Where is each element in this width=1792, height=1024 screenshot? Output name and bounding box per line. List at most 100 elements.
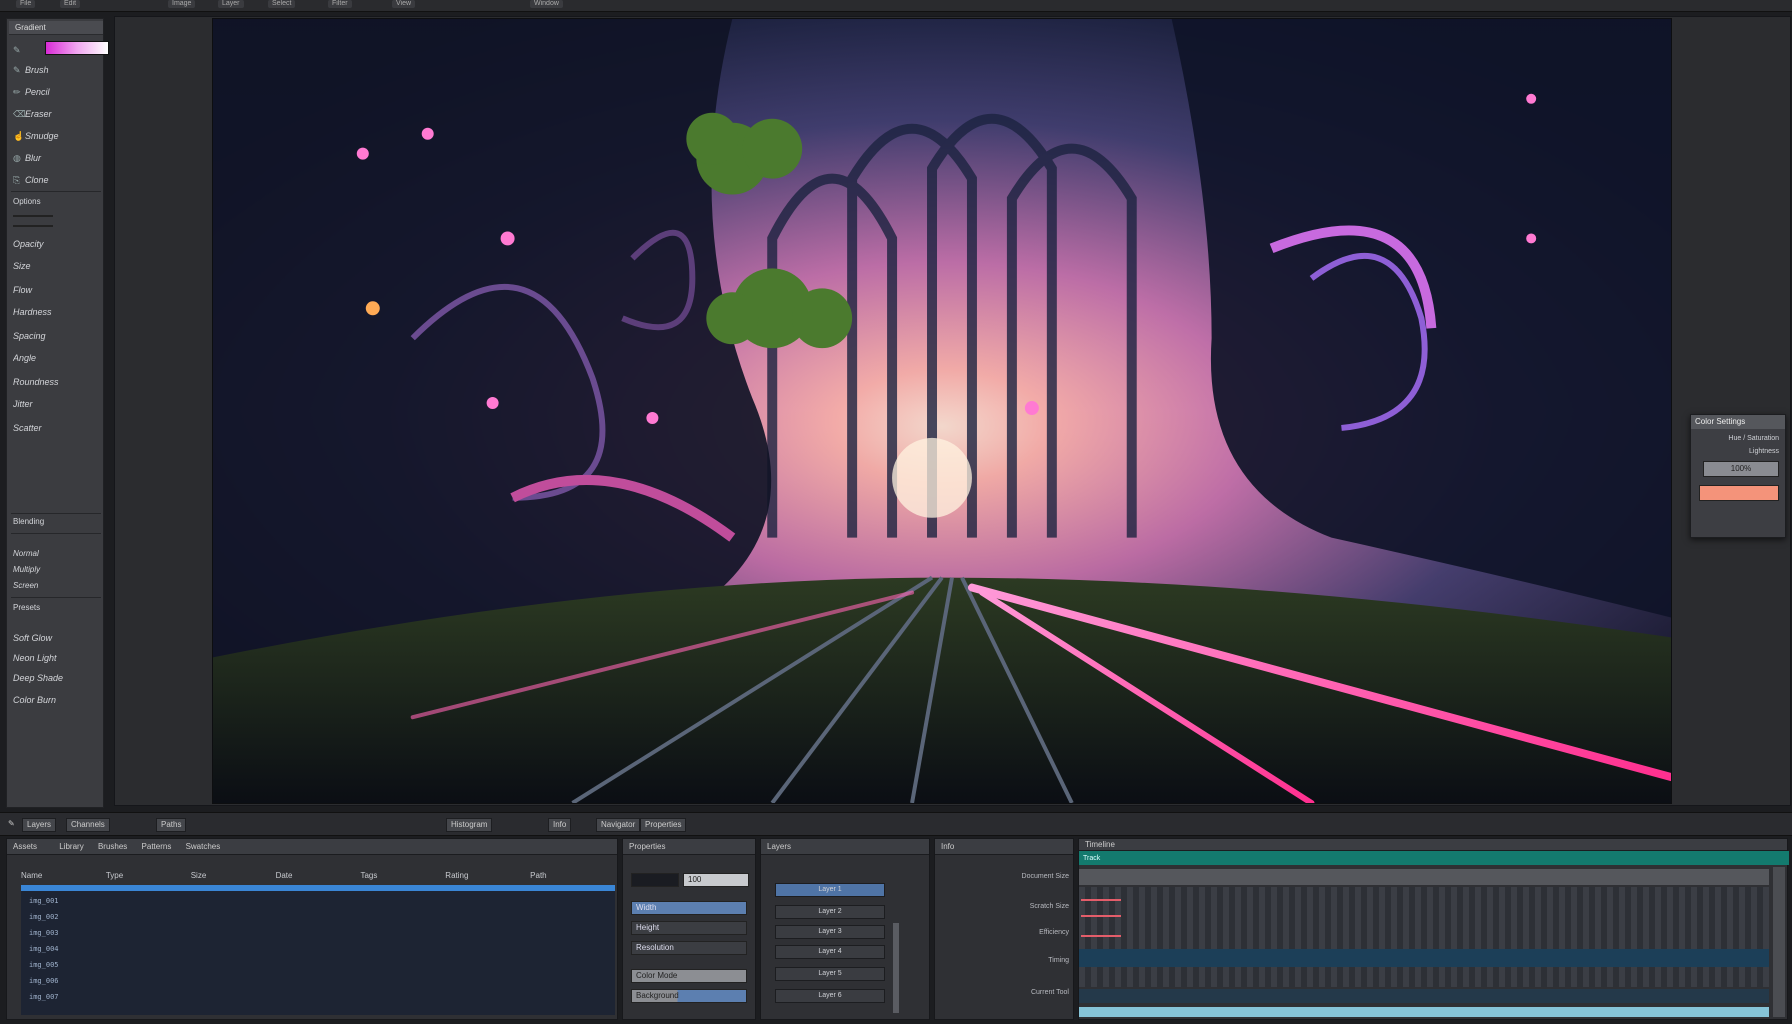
col-size[interactable]: Size [191,871,276,883]
option-roundness[interactable]: Roundness [13,375,99,389]
timeline-track-header[interactable]: Track [1079,851,1789,865]
properties-title: Properties [623,839,755,855]
layer-item[interactable]: Layer 6 [775,989,885,1003]
field-width[interactable]: Width [631,901,747,915]
menu-filter[interactable]: Filter [328,0,352,8]
tab-navigator[interactable]: Navigator [596,818,641,832]
menu-select[interactable]: Select [268,0,296,8]
field-color-mode[interactable]: Color Mode [631,969,747,983]
preset-soft-glow[interactable]: Soft Glow [13,631,99,645]
option-angle[interactable]: Angle [13,351,99,365]
preset-deep-shade[interactable]: Deep Shade [13,671,99,685]
opacity-slider[interactable] [13,209,53,231]
blend-multiply[interactable]: Multiply [13,563,99,577]
assets-tab-swatches[interactable]: Swatches [186,842,221,851]
option-spacing[interactable]: Spacing [13,329,99,343]
tool-smudge[interactable]: ☝Smudge [13,129,99,143]
col-rating[interactable]: Rating [445,871,530,883]
tab-histogram[interactable]: Histogram [446,818,493,832]
tool-eraser[interactable]: ⌫Eraser [13,107,99,121]
menu-view[interactable]: View [392,0,416,8]
timeline-keyframe-track[interactable] [1079,989,1769,1003]
col-type[interactable]: Type [106,871,191,883]
col-name[interactable]: Name [21,871,106,883]
tool-blur[interactable]: ◍ Blur [13,151,99,165]
color-settings-dialog: Color Settings Hue / Saturation Lightnes… [1690,414,1786,538]
menu-layer[interactable]: Layer [218,0,244,8]
keyframe-marker[interactable] [1081,899,1121,901]
layer-item[interactable]: Layer 4 [775,945,885,959]
option-hardness[interactable]: Hardness [13,305,99,319]
tab-info[interactable]: Info [548,818,572,832]
list-item[interactable]: img_001 [29,897,59,905]
timeline-ruler[interactable] [1079,869,1769,885]
layer-item[interactable]: Layer 2 [775,905,885,919]
artwork-image [213,19,1671,803]
assets-tab-brushes[interactable]: Brushes [98,842,127,851]
layers-scrollbar[interactable] [893,923,899,1013]
layer-item[interactable]: Layer 3 [775,925,885,939]
option-size[interactable]: Size [13,259,99,273]
tool-clone[interactable]: ⎘ Clone [13,173,99,187]
menu-edit[interactable]: Edit [60,0,81,8]
col-date[interactable]: Date [276,871,361,883]
image-canvas[interactable] [212,18,1672,804]
timeline-audio-track[interactable] [1079,949,1769,967]
option-flow[interactable]: Flow [13,283,99,297]
field-resolution[interactable]: Resolution [631,941,747,955]
option-opacity[interactable]: Opacity [13,237,99,251]
list-item[interactable]: img_002 [29,913,59,921]
timeline-playhead-bar[interactable] [1079,1007,1769,1017]
clone-icon: ⎘ [13,175,21,185]
list-item[interactable]: img_006 [29,977,59,985]
field-background[interactable]: Background [631,989,747,1003]
keyframe-marker[interactable] [1081,935,1121,937]
timeline-scrollbar[interactable] [1773,867,1785,1017]
blur-icon: ◍ [13,153,21,163]
blend-screen[interactable]: Screen [13,579,99,593]
section-presets-header: Presets [13,603,41,612]
list-item[interactable]: img_003 [29,929,59,937]
list-item[interactable]: img_007 [29,993,59,1001]
dialog-value-input[interactable]: 100% [1703,461,1779,477]
menu-file[interactable]: File [16,0,36,8]
option-jitter[interactable]: Jitter [13,397,99,411]
tab-layers[interactable]: Layers [22,818,57,832]
preset-neon-light[interactable]: Neon Light [13,651,99,665]
menu-image[interactable]: Image [168,0,196,8]
pencil-icon: ✏ [13,87,21,97]
assets-tab-patterns[interactable]: Patterns [142,842,172,851]
divider [11,597,101,598]
layer-item-selected[interactable]: Layer 1 [775,883,885,897]
tab-channels[interactable]: Channels [66,818,110,832]
timeline-panel: Timeline Track [1078,838,1789,1020]
gradient-swatch[interactable] [45,41,109,55]
tool-brush[interactable]: ✎ Brush [13,63,99,77]
assets-tab-library[interactable]: Library [59,842,83,851]
zoom-value-input[interactable]: 100 [683,873,749,887]
tools-panel: Gradient ✎ ✎ Brush ✏ Pencil ⌫Eraser ☝Smudg… [6,18,109,808]
tab-properties[interactable]: Properties [640,818,687,832]
option-scatter[interactable]: Scatter [13,421,99,435]
brush-icon: ✎ [13,65,21,75]
preset-color-burn[interactable]: Color Burn [13,693,99,707]
tool-pencil[interactable]: ✏ Pencil [13,85,99,99]
col-tags[interactable]: Tags [360,871,445,883]
menu-window[interactable]: Window [530,0,563,8]
list-item[interactable]: img_004 [29,945,59,953]
divider [11,191,101,192]
layer-item[interactable]: Layer 5 [775,967,885,981]
field-height[interactable]: Height [631,921,747,935]
pen-icon[interactable]: ✎ [4,818,19,832]
info-panel: Info Document Size Scratch Size Efficien… [934,838,1074,1020]
zoom-field[interactable] [631,873,679,887]
tab-paths[interactable]: Paths [156,818,187,832]
timeline-frames[interactable] [1079,887,1769,987]
info-title: Info [935,839,1073,855]
color-swatch[interactable] [1699,485,1779,501]
blend-normal[interactable]: Normal [13,547,99,561]
col-path[interactable]: Path [530,871,615,883]
gradient-tool-icon[interactable]: ✎ [13,43,41,57]
list-item[interactable]: img_005 [29,961,59,969]
keyframe-marker[interactable] [1081,915,1121,917]
